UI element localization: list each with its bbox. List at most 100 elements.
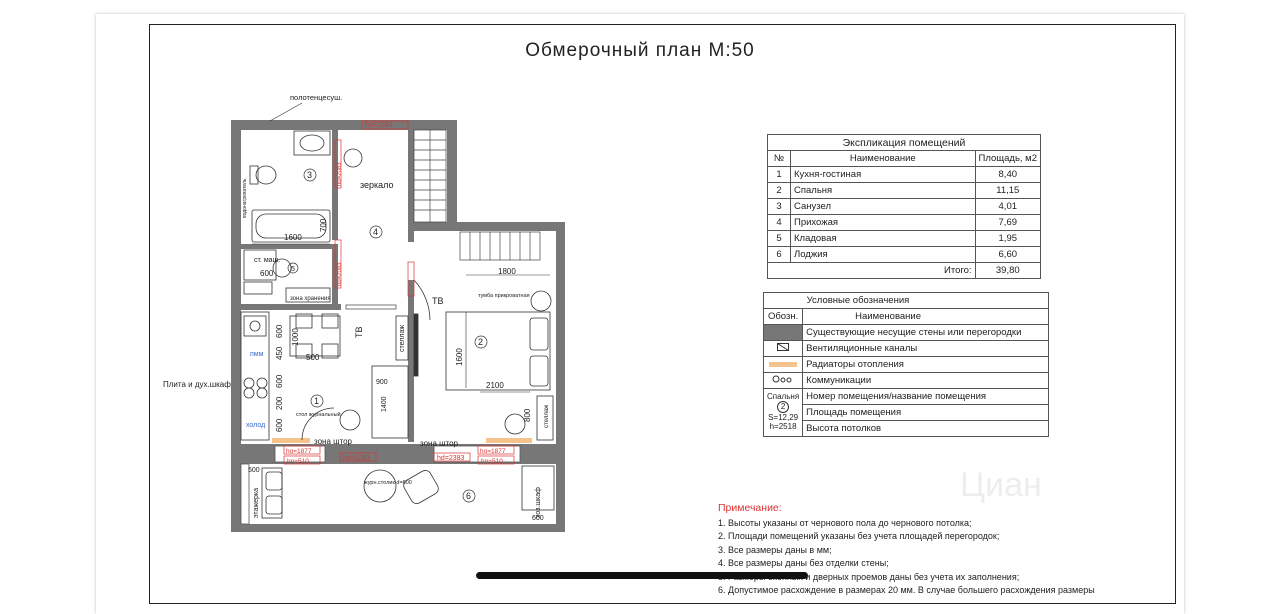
cell-area: 8,40 [974,166,1042,183]
door-height-2: hd=2083 [337,162,343,186]
tv-bedroom-label: ТВ [432,296,444,306]
dim-loggia-2: 600 [532,515,544,522]
legend-text: Радиаторы отопления [802,356,1049,373]
cell-name: Прихожая [790,214,976,231]
sample-room-name: Спальня [767,392,800,401]
legend-text: Вентиляционные каналы [802,340,1049,357]
door-height-label: hd=2083 [365,122,393,129]
explication-table: Экспликация помещений № Наименование Пло… [767,134,1042,279]
table-row: 4 Прихожая 7,69 [767,214,1042,231]
sample-area: S=12,29 [768,413,799,422]
door-height-4: hd=2383 [343,455,371,462]
legend-text: Площадь помещения [802,404,1049,421]
wall-swatch [762,324,804,341]
legend-text: Существующие несущие стены или перегород… [802,324,1049,341]
cell-name: Кухня-гостиная [790,166,976,183]
dim-kitchen-2: 1000 [291,328,300,346]
cell-area: 1,95 [974,230,1042,247]
etazherka-label: этажерка [253,488,260,518]
note-item: 3. Все размеры даны в мм; [718,544,832,555]
bedside-label: тумба прикроватная [478,293,530,299]
legend-row: Спальня 2 S=12,29 h=2518 Номер помещения… [762,388,1049,437]
washer-label: ст. маш. [254,257,280,264]
dim-kitchen-6: 200 [275,396,284,410]
dim-kitchen-4: 450 [275,346,284,360]
col-area: Площадь, м2 [974,150,1042,167]
dim-kitchen-5: 600 [275,374,284,388]
door-height-3: hd=2083 [337,262,343,286]
coffee-table-label: стол журнальный [296,411,341,418]
legend-row: Коммуникации [762,372,1049,389]
shelf-label: стеллаж [399,325,406,352]
room-number-4: 4 [373,227,378,237]
window-top-2: ho=1877 [480,448,506,455]
room-number-6: 6 [466,491,471,501]
dim-shelf-width: 900 [376,379,388,386]
room-sample: Спальня 2 S=12,29 h=2518 [762,388,804,437]
dishwasher-label: пмм [250,351,264,358]
room-number-1: 1 [314,396,319,406]
cell-name: Спальня [790,182,976,199]
room-number-2: 2 [478,337,483,347]
utility-cabinet-label: хоз.шкаф [535,487,542,518]
note-item: 1. Высоты указаны от чернового пола до ч… [718,517,972,528]
dim-rack: 800 [523,408,532,422]
mirror-label: зеркало [360,180,394,190]
curtain-zone-label-1: зона штор [314,437,353,446]
cell-n: 6 [767,246,791,263]
cell-n: 4 [767,214,791,231]
dim-loggia-1: 500 [248,467,260,474]
explication-title: Экспликация помещений [767,134,1041,151]
cell-name: Кладовая [790,230,976,247]
curtain-zone-label-2: зона штор [420,439,459,448]
cell-n: 5 [767,230,791,247]
round-table-label: журн.столик d=600 [364,480,412,486]
legend-table: Условные обозначения Обозн. Наименование… [762,292,1049,437]
cell-area: 6,60 [974,246,1042,263]
table-row: 2 Спальня 11,15 [767,182,1042,199]
room-number-3: 3 [307,170,312,180]
total-value: 39,80 [974,262,1042,279]
dim-bath-length: 1600 [284,233,302,242]
col-number: № [767,150,791,167]
fridge-label: холод [246,422,265,429]
watermark: Циан [960,466,1042,504]
storage-zone-label: зона хранения [290,296,331,302]
dim-wardrobe: 1800 [498,267,516,276]
table-row: 1 Кухня-гостиная 8,40 [767,166,1042,183]
vent-icon [762,340,804,357]
total-label: Итого: [767,262,976,279]
horizontal-scrollbar[interactable] [476,572,808,579]
col-name: Наименование [790,150,976,167]
tv-kitchen-label: ТВ [354,326,364,338]
rack-label: стеллаж [544,405,550,428]
table-row: 6 Лоджия 6,60 [767,246,1042,263]
sample-room-number: 2 [777,401,790,413]
window-sill-1: hn=510 [287,458,309,465]
dim-kitchen-3: 500 [306,353,320,362]
stove-label: Плита и дух.шкаф [163,380,231,389]
communications-icon [762,372,804,389]
towel-dryer-label: полотенцесуш. [290,93,342,102]
legend-row: Существующие несущие стены или перегород… [762,324,1049,341]
cell-n: 3 [767,198,791,215]
table-row: 3 Санузел 4,01 [767,198,1042,215]
note-item: 2. Площади помещений указаны без учета п… [718,531,1000,541]
cell-area: 11,15 [974,182,1042,199]
legend-row: Радиаторы отопления [762,356,1049,373]
window-sill-2: hn=510 [481,458,503,465]
dim-shelf-height: 1400 [381,396,388,412]
dim-kitchen-7: 600 [275,418,284,432]
cell-name: Санузел [790,198,976,215]
legend-title: Условные обозначения [802,292,1049,309]
cell-name: Лоджия [790,246,976,263]
cell-area: 7,69 [974,214,1042,231]
legend-row: Вентиляционные каналы [762,340,1049,357]
door-height-5: hd=2383 [437,455,465,462]
dim-bath-width: 700 [319,218,328,232]
legend-text: Высота потолков [802,420,1049,437]
note-item: 4. Все размеры даны без отделки стены; [718,558,889,568]
cell-n: 2 [767,182,791,199]
window-top-1: ho=1877 [286,448,312,455]
legend-row: Высота потолков [764,420,1049,437]
